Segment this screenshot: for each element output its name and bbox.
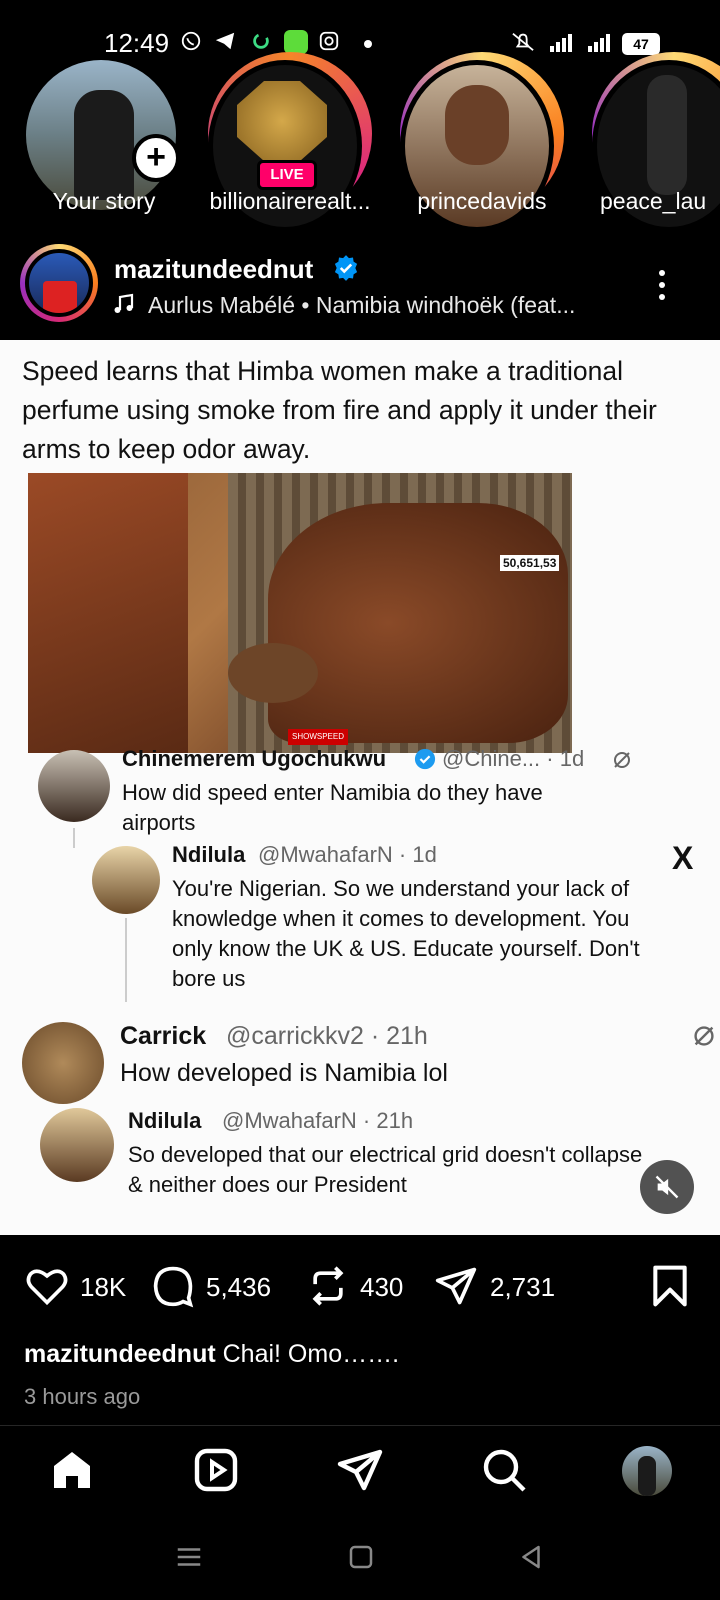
story-label: billionairerealt... xyxy=(209,188,371,214)
signal-icon-1 xyxy=(550,34,572,52)
post-photo: SHOWSPEED xyxy=(28,473,572,753)
repost-count[interactable]: 430 xyxy=(360,1272,403,1303)
search-icon[interactable] xyxy=(480,1446,528,1494)
caption-username[interactable]: mazitundeednut xyxy=(24,1340,216,1368)
verified-badge-icon xyxy=(414,748,436,770)
caption-text: Chai! Omo……. xyxy=(222,1340,400,1368)
story-princedavids[interactable]: princedavids xyxy=(392,52,564,240)
telegram-icon xyxy=(215,32,235,50)
like-count[interactable]: 18K xyxy=(80,1272,126,1303)
tweet-handle: @carrickkv2 · 21h xyxy=(226,1022,428,1050)
share-send-icon[interactable] xyxy=(434,1264,478,1308)
tweet-text: So developed that our electrical grid do… xyxy=(128,1142,643,1197)
comment-count[interactable]: 5,436 xyxy=(206,1272,271,1303)
billionaire-logo xyxy=(237,81,327,161)
tweet-author: Ndilula xyxy=(128,1108,202,1133)
profile-avatar-tab[interactable] xyxy=(622,1446,672,1496)
tweet-text: How developed is Namibia lol xyxy=(120,1059,448,1087)
whatsapp-icon xyxy=(181,31,201,51)
tweet-author: Carrick xyxy=(120,1022,207,1050)
comment-icon[interactable] xyxy=(150,1264,196,1308)
story-billionairerealtors[interactable]: LIVE billionairerealt... xyxy=(200,52,372,240)
more-notifications-dot xyxy=(364,40,372,48)
post-timestamp: 3 hours ago xyxy=(24,1384,141,1409)
repost-icon[interactable] xyxy=(306,1264,350,1308)
post-caption: mazitundeednut Chai! Omo……. xyxy=(24,1340,399,1369)
tweet-avatar xyxy=(92,846,160,914)
tweet-avatar xyxy=(38,750,110,822)
live-badge: LIVE xyxy=(257,160,317,190)
more-options-button[interactable] xyxy=(652,266,672,306)
speaker-muted-icon xyxy=(655,1175,679,1199)
verified-badge-icon xyxy=(334,255,358,281)
tweet-text: You're Nigerian. So we understand your l… xyxy=(172,876,640,991)
save-bookmark-icon[interactable] xyxy=(650,1264,690,1308)
story-label: Your story xyxy=(52,188,156,214)
post-username[interactable]: mazitundeednut xyxy=(114,254,313,285)
post-audio-track[interactable]: Aurlus Mabélé • Namibia windhoëk (feat..… xyxy=(148,292,575,319)
signal-icon-2 xyxy=(588,34,610,52)
back-button-icon[interactable] xyxy=(516,1542,546,1572)
sync-icon xyxy=(253,33,269,49)
tweet-avatar xyxy=(22,1022,104,1104)
mute-toggle-button[interactable] xyxy=(640,1160,694,1214)
thread-line xyxy=(125,918,127,1002)
share-count[interactable]: 2,731 xyxy=(490,1272,555,1303)
tweet-author: Chinemerem Ugochukwu xyxy=(122,746,387,771)
x-logo-icon: X xyxy=(672,840,694,876)
home-button-icon[interactable] xyxy=(346,1542,376,1572)
home-icon[interactable] xyxy=(48,1446,96,1494)
story-peace-lau[interactable]: peace_lau xyxy=(584,52,720,240)
reels-icon[interactable] xyxy=(192,1446,240,1494)
like-heart-icon[interactable] xyxy=(24,1264,70,1308)
post-avatar xyxy=(25,249,93,317)
tweet-text: How did speed enter Namibia do they have… xyxy=(122,780,543,835)
add-story-button[interactable]: + xyxy=(132,134,180,182)
mute-bell-icon xyxy=(512,32,534,51)
tweet-avatar xyxy=(40,1108,114,1182)
story-label: peace_lau xyxy=(600,188,707,214)
tweet-handle: @MwahafarN · 1d xyxy=(258,842,437,867)
story-your-story[interactable]: + Your story xyxy=(14,60,184,240)
tweet-handle: @Chine... · 1d xyxy=(442,746,585,771)
story-label: princedavids xyxy=(417,188,547,214)
post-header xyxy=(0,240,720,336)
grok-icon xyxy=(614,752,630,768)
tweet-handle: @MwahafarN · 21h xyxy=(222,1108,414,1133)
post-avatar-ring[interactable] xyxy=(20,244,98,322)
status-time: 12:49 xyxy=(104,28,170,58)
grok-icon xyxy=(694,1026,714,1046)
music-note-icon xyxy=(114,293,134,313)
photo-watermark: SHOWSPEED xyxy=(288,729,348,745)
instagram-status-icon xyxy=(319,31,339,51)
recent-apps-icon[interactable] xyxy=(174,1542,204,1572)
battery-indicator: 47 xyxy=(622,33,660,55)
direct-messages-icon[interactable] xyxy=(336,1446,384,1494)
view-count-label: 50,651,53 xyxy=(500,555,560,571)
tweet-author: Ndilula xyxy=(172,842,246,867)
app-icon xyxy=(284,30,308,54)
post-headline: Speed learns that Himba women make a tra… xyxy=(22,356,657,464)
thread-line xyxy=(73,828,75,848)
